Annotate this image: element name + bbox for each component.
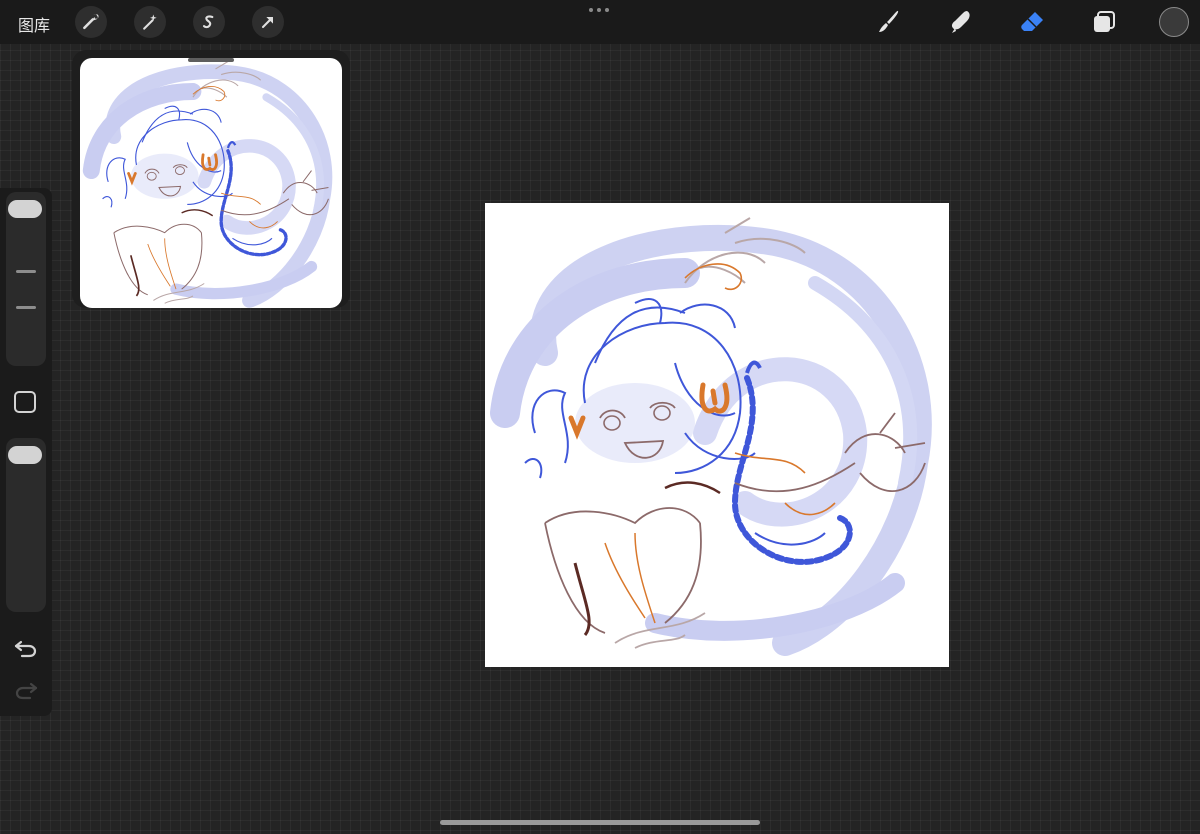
slider-tick [16, 306, 36, 309]
selection-s-icon [202, 15, 214, 29]
slider-tick [16, 270, 36, 273]
dot [605, 8, 609, 12]
color-picker-button[interactable] [1159, 7, 1189, 37]
dot [589, 8, 593, 12]
brush-icon [879, 10, 899, 32]
reference-drag-handle[interactable] [188, 58, 234, 62]
drawing-canvas[interactable] [485, 203, 949, 667]
layers-icon [1094, 11, 1115, 32]
selection-button[interactable] [193, 6, 225, 38]
undo-icon [14, 640, 37, 658]
redo-button[interactable] [12, 678, 40, 702]
redo-icon [15, 682, 38, 700]
left-sidebar [0, 188, 52, 716]
reference-artwork [80, 58, 342, 308]
brush-size-thumb[interactable] [8, 200, 42, 218]
transform-button[interactable] [252, 6, 284, 38]
gallery-button[interactable]: 图库 [18, 12, 50, 36]
undo-button[interactable] [12, 636, 40, 660]
arrow-cursor-icon [261, 17, 273, 29]
top-toolbar: 图库 [0, 0, 1200, 44]
layers-button[interactable] [1088, 6, 1120, 38]
home-indicator[interactable] [440, 820, 760, 825]
wrench-icon [83, 14, 99, 30]
smudge-finger-icon [951, 11, 970, 33]
modify-button[interactable] [14, 391, 36, 413]
eraser-tool-button[interactable] [1017, 6, 1049, 38]
actions-button[interactable] [75, 6, 107, 38]
dot [597, 8, 601, 12]
canvas-artwork [485, 203, 949, 667]
brush-tool-button[interactable] [873, 6, 905, 38]
smudge-tool-button[interactable] [945, 6, 977, 38]
eraser-icon [1021, 12, 1043, 31]
adjustments-button[interactable] [134, 6, 166, 38]
brush-size-slider[interactable] [6, 192, 46, 366]
opacity-thumb[interactable] [8, 446, 42, 464]
opacity-slider[interactable] [6, 438, 46, 612]
reference-image [80, 58, 342, 308]
more-options-handle[interactable] [589, 8, 609, 12]
magic-wand-icon [143, 14, 157, 30]
reference-window[interactable] [72, 50, 350, 308]
